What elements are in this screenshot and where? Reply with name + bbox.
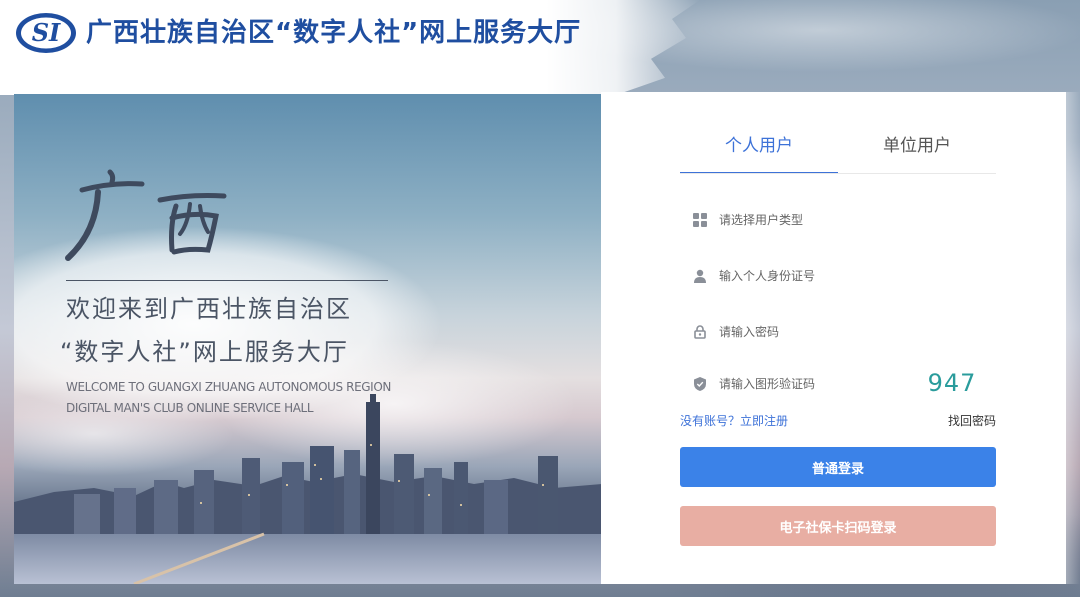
register-link[interactable]: 没有账号？立即注册 (680, 412, 788, 429)
login-panel: 个人用户 单位用户 947 没有账号？立即注册 找回密码 普通登录 电子社保卡扫… (601, 92, 1066, 584)
forgot-password-link[interactable]: 找回密码 (948, 412, 996, 429)
site-title: 广西壮族自治区“数字人社”网上服务大厅 (86, 18, 582, 48)
user-type-tabs: 个人用户 单位用户 (680, 132, 996, 174)
qr-login-button[interactable]: 电子社保卡扫码登录 (680, 506, 996, 546)
password-row (680, 312, 996, 352)
captcha-row: 947 (680, 364, 996, 404)
card-edge-shadow (1066, 92, 1080, 584)
city-skyline-image (14, 394, 602, 584)
grid-icon (693, 213, 707, 227)
tab-personal-user[interactable]: 个人用户 (680, 132, 838, 174)
hero-divider (66, 280, 388, 281)
lock-icon (693, 325, 707, 339)
account-links: 没有账号？立即注册 找回密码 (680, 412, 996, 430)
tab-unit-user[interactable]: 单位用户 (838, 132, 996, 174)
normal-login-button[interactable]: 普通登录 (680, 447, 996, 487)
logo-text: SI (32, 18, 61, 47)
tabs-divider (680, 173, 996, 174)
id-number-input[interactable] (719, 269, 909, 283)
shield-icon (693, 377, 707, 391)
user-type-select[interactable] (680, 200, 996, 240)
user-icon (693, 269, 707, 283)
captcha-image[interactable]: 947 (917, 364, 987, 402)
hero-welcome-line1: 欢迎来到广西壮族自治区 (66, 295, 352, 323)
user-type-field[interactable] (719, 213, 909, 227)
id-number-row (680, 256, 996, 296)
si-logo: SI (16, 13, 76, 53)
password-input[interactable] (719, 325, 909, 339)
hero-banner: 广西 欢迎来到广西壮族自治区 “数字人社”网上服务大厅 WELCOME TO G… (14, 94, 602, 584)
guangxi-calligraphy: 广西 (65, 169, 227, 261)
captcha-input[interactable] (719, 377, 909, 391)
hero-welcome-line2: “数字人社”网上服务大厅 (60, 338, 349, 366)
